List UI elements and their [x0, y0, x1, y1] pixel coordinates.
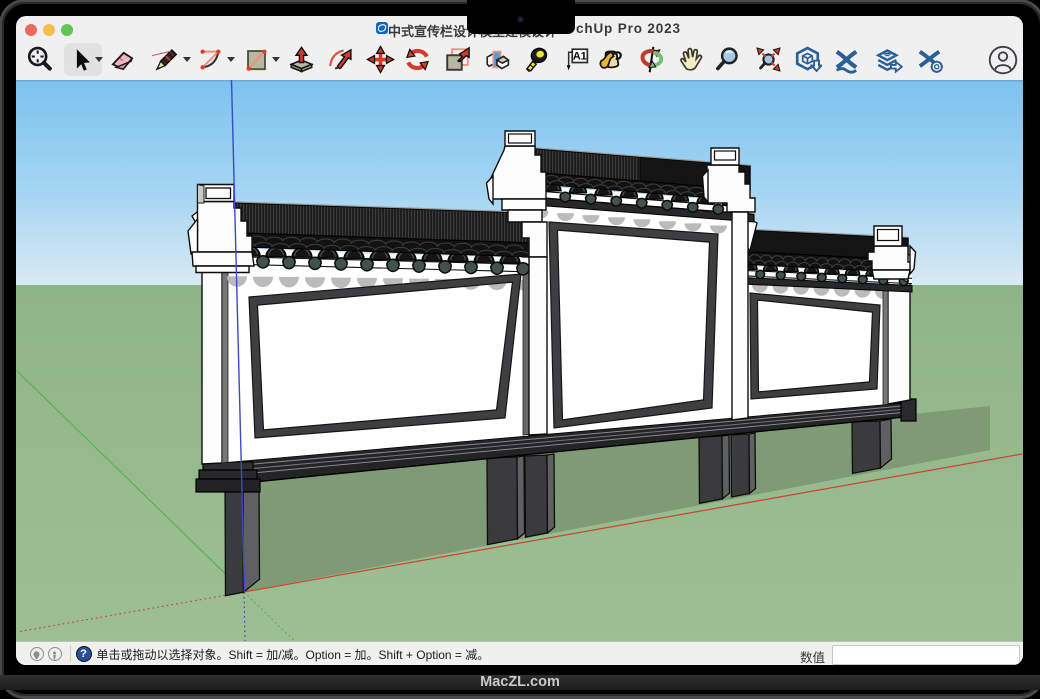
svg-text:A1: A1: [572, 50, 586, 62]
